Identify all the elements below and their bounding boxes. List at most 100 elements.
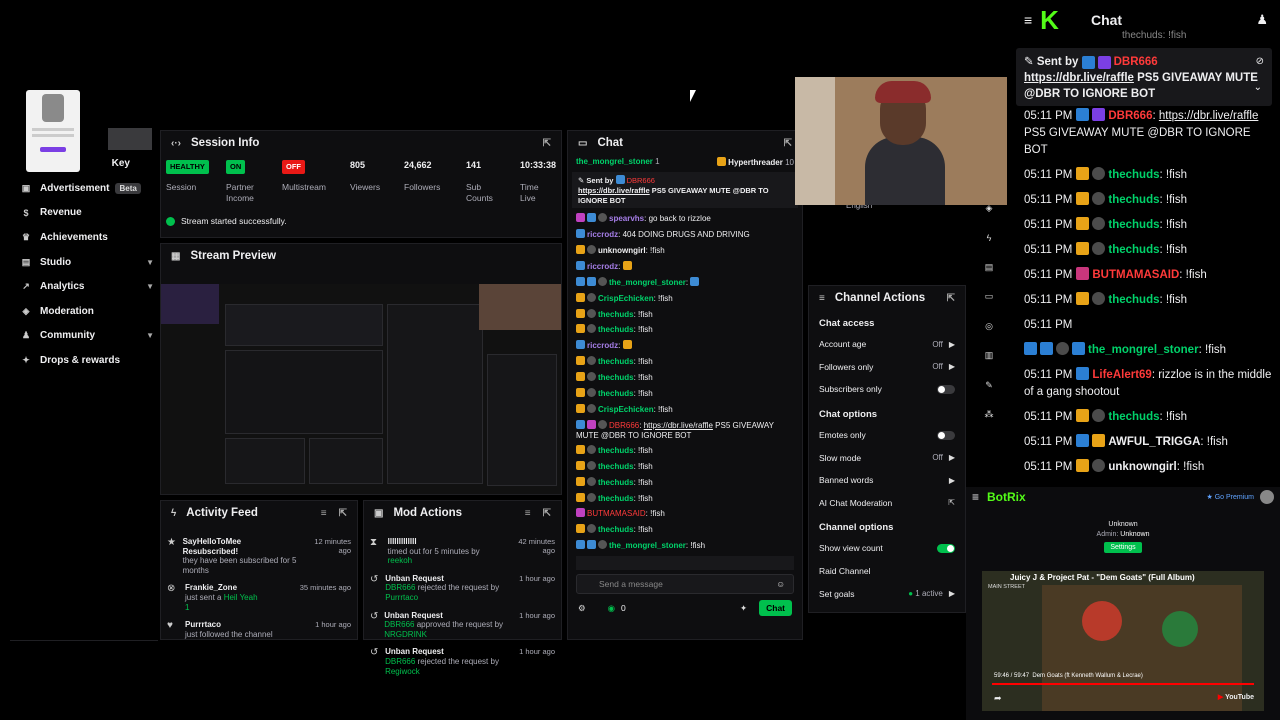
chat-send-button[interactable]: Chat — [759, 600, 792, 617]
wrench-icon[interactable]: ✎ — [979, 375, 999, 395]
activity-row: ★ SayHelloToMee Resubscribed! they have be… — [167, 537, 351, 575]
slow-mode-row[interactable]: Slow mode Off ▶ — [809, 446, 965, 469]
avatar[interactable] — [1260, 490, 1274, 504]
set-goals-row[interactable]: Set goals ● 1 active ▶ — [809, 582, 965, 605]
menu-icon[interactable]: ≡ — [1024, 12, 1032, 28]
chat-message: thechuds: !fish — [576, 522, 794, 538]
points-icon: ◉ — [607, 602, 616, 613]
menu-icon[interactable]: ≡ — [972, 490, 979, 504]
right-pinned-message[interactable]: ✎ Sent by DBR666 ⊘ https://dbr.live/raffl… — [1016, 48, 1272, 106]
emoji-icon[interactable]: ☺ — [776, 579, 785, 589]
youtube-logo[interactable]: ▶ YouTube — [1218, 693, 1254, 701]
cursor-icon — [690, 90, 696, 102]
bolt-icon[interactable]: ϟ — [979, 228, 999, 248]
beta-badge: Beta — [115, 182, 141, 194]
sliders-icon: ≡ — [819, 292, 825, 304]
right-chat-messages: 05:11 PM DBR666: https://dbr.live/raffle … — [1024, 104, 1274, 480]
chat-message: 05:11 PM thechuds: !fish — [1024, 217, 1187, 231]
pin-icon: ✎ — [578, 176, 585, 185]
emotes-only-row: Emotes only — [809, 424, 965, 447]
nav-item-analytics[interactable]: ↗ Analytics ▼ — [10, 274, 158, 299]
nav-item-advertisement[interactable]: ▣ Advertisement Beta — [10, 176, 158, 201]
unpin-icon[interactable]: ⊘ — [1256, 54, 1264, 70]
youtube-player[interactable]: Juicy J & Project Pat - "Dem Goats" (Ful… — [982, 571, 1264, 711]
emote-icon — [622, 260, 632, 270]
subscribers-only-toggle[interactable] — [937, 384, 955, 394]
chat-message: thechuds: !fish — [576, 491, 794, 507]
stream-started-notice: Stream started successfully. — [166, 216, 287, 226]
nav-item-key[interactable]: Key — [10, 150, 158, 176]
chat-message: thechuds: !fish — [576, 443, 794, 459]
right-partial-message: thechuds: !fish — [1122, 30, 1187, 41]
popout-icon[interactable]: ⇱ — [543, 508, 551, 519]
ai-moderation-row[interactable]: AI Chat Moderation ⇱ — [809, 492, 965, 515]
stream-preview-video[interactable] — [161, 284, 561, 494]
chevron-down-icon[interactable]: ⌄ — [1254, 80, 1262, 96]
storage-icon[interactable]: ▥ — [979, 346, 999, 366]
nav-divider — [10, 640, 158, 641]
chat-input-placeholder: Send a message — [599, 579, 663, 590]
chat-message: 05:11 PM thechuds: !fish — [1024, 167, 1187, 181]
chat-icon[interactable]: ▭ — [979, 287, 999, 307]
show-view-count-toggle[interactable] — [937, 543, 955, 553]
stat-multistream: OFF Multistream — [282, 160, 326, 192]
activity-row: ⊗ Frankie_Zone just sent a Heil Yeah 1 35 … — [167, 583, 351, 612]
webcam-overlay — [795, 77, 1007, 205]
check-icon — [166, 216, 175, 226]
chat-message: riccrodz: — [576, 259, 794, 275]
popout-icon[interactable]: ⇱ — [543, 138, 551, 149]
emotes-only-toggle[interactable] — [937, 430, 955, 440]
chat-icon: ▭ — [578, 137, 588, 149]
popout-icon[interactable]: ⇱ — [784, 138, 792, 149]
pinned-message[interactable]: ✎ Sent by DBR666 https://dbr.live/raffle… — [572, 172, 798, 209]
chat-input[interactable]: Send a message ☺ — [576, 574, 794, 595]
chat-message: thechuds: !fish — [576, 475, 794, 491]
emote-bar[interactable] — [576, 556, 794, 571]
nav-item-drops[interactable]: ✦ Drops & rewards — [10, 348, 158, 373]
settings-button[interactable]: Settings — [1104, 542, 1142, 553]
panel-header: ▦ Stream Preview — [171, 250, 277, 262]
activity-row: ♥ Purrrtaco just followed the channel 1 h… — [167, 620, 351, 639]
account-age-row[interactable]: Account age Off ▶ — [809, 333, 965, 356]
chevron-down-icon: ▼ — [146, 282, 154, 292]
chat-message: thechuds: !fish — [576, 307, 794, 323]
megaphone-icon: ▣ — [21, 182, 31, 193]
popout-icon[interactable]: ⇱ — [339, 508, 347, 519]
undo-icon: ↺ — [370, 573, 379, 585]
emote-icon — [690, 276, 700, 286]
chat-message: thechuds: !fish — [576, 459, 794, 475]
chat-message: riccrodz: 404 DOING DRUGS AND DRIVING — [576, 227, 794, 243]
undo-icon: ↺ — [370, 647, 379, 659]
filter-icon[interactable]: ≡ — [525, 508, 531, 519]
kick-logo: K — [1040, 5, 1059, 35]
radio-icon[interactable]: ◎ — [979, 316, 999, 336]
nav-item-moderation[interactable]: ◈ Moderation — [10, 299, 158, 324]
chat-message: 05:11 PM — [1024, 319, 1073, 331]
chevron-right-icon: ▶ — [948, 475, 955, 485]
nav-item-achievements[interactable]: ♛ Achievements — [10, 225, 158, 250]
followers-only-row[interactable]: Followers only Off ▶ — [809, 356, 965, 379]
nav-item-community[interactable]: ♟ Community ▼ — [10, 324, 158, 349]
share-icon[interactable]: ➦ — [994, 693, 1002, 704]
hype-icon — [717, 157, 727, 166]
nav-item-revenue[interactable]: $ Revenue — [10, 201, 158, 226]
mod-row: ↺ Unban Request DBR666 rejected the reque… — [370, 573, 555, 602]
timeout-icon: ⧗ — [370, 537, 378, 548]
notes-icon[interactable]: ▤ — [979, 257, 999, 277]
filter-icon[interactable]: ≡ — [321, 508, 327, 519]
users-icon[interactable]: ♟ — [1256, 12, 1268, 28]
chat-message: DBR666: https://dbr.live/raffle PS5 GIVE… — [576, 419, 774, 440]
panel-header: ϟ Activity Feed ≡ ⇱ — [171, 507, 347, 519]
nav-item-studio[interactable]: ▤ Studio ▼ — [10, 250, 158, 275]
raid-channel-row[interactable]: Raid Channel — [809, 560, 965, 583]
chat-panel: ▭ Chat ⇱ the_mongrel_stoner 1 Hyperthreade… — [567, 130, 803, 640]
panel-header: ≡ Channel Actions ⇱ — [819, 292, 955, 304]
gift-icon[interactable]: ✦ — [740, 603, 747, 614]
banned-words-row[interactable]: Banned words ▶ — [809, 469, 965, 492]
nodes-icon[interactable]: ⁂ — [979, 405, 999, 425]
progress-bar[interactable] — [992, 683, 1254, 685]
chevron-right-icon: ▶ — [948, 362, 955, 372]
popout-icon[interactable]: ⇱ — [947, 293, 955, 304]
settings-icon[interactable]: ⚙ — [578, 603, 586, 614]
go-premium-link[interactable]: ★ Go Premium — [1206, 493, 1254, 501]
